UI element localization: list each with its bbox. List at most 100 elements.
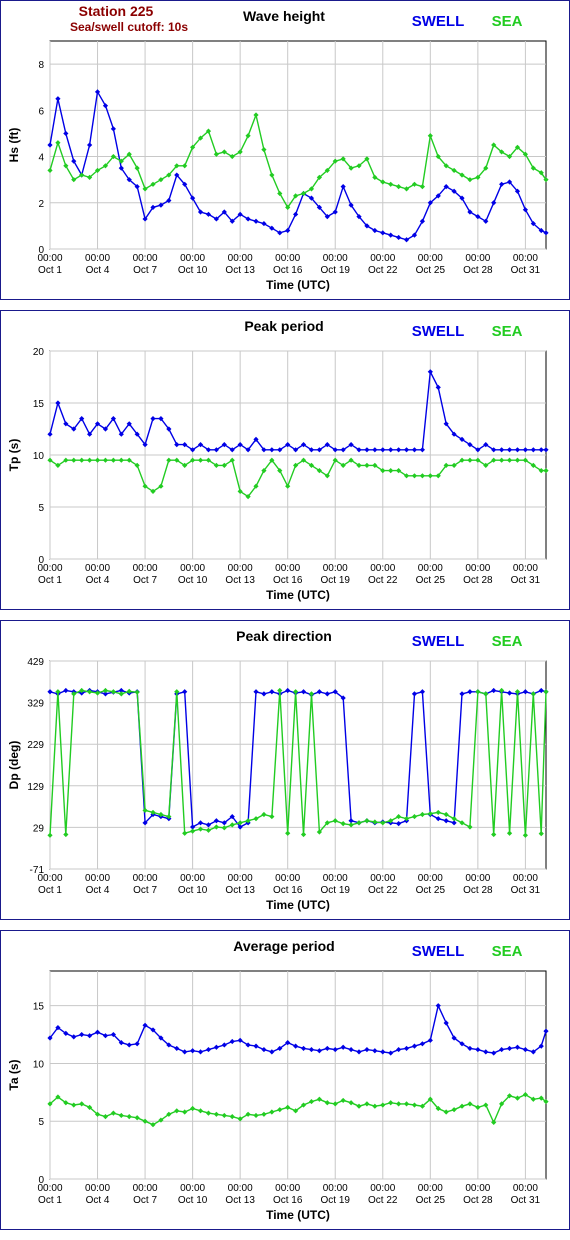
x-tick-date: Oct 31 [511,885,541,896]
chart-title: Peak period [244,318,323,334]
x-tick-time: 00:00 [370,253,395,264]
chart-title: Wave height [243,8,325,24]
y-tick-label: 129 [27,782,44,793]
x-tick-date: Oct 4 [86,575,110,586]
x-tick-time: 00:00 [133,253,158,264]
x-tick-time: 00:00 [37,873,62,884]
x-tick-time: 00:00 [465,253,490,264]
legend-swell: SWELL [412,13,465,30]
x-tick-time: 00:00 [418,1183,443,1194]
x-tick-date: Oct 22 [368,1195,398,1206]
x-axis-label: Time (UTC) [266,588,330,602]
x-tick-date: Oct 10 [178,575,208,586]
x-tick-time: 00:00 [180,563,205,574]
x-tick-date: Oct 1 [38,265,62,276]
x-tick-date: Oct 25 [416,575,446,586]
y-tick-label: 4 [38,153,44,164]
x-tick-time: 00:00 [228,873,253,884]
x-tick-time: 00:00 [180,253,205,264]
x-tick-date: Oct 10 [178,885,208,896]
x-tick-time: 00:00 [37,1183,62,1194]
x-tick-time: 00:00 [418,253,443,264]
x-tick-date: Oct 1 [38,885,62,896]
x-tick-time: 00:00 [513,253,538,264]
x-tick-time: 00:00 [323,563,348,574]
x-tick-date: Oct 19 [321,885,351,896]
legend-swell: SWELL [412,943,465,960]
legend-swell: SWELL [412,633,465,650]
x-axis-label: Time (UTC) [266,898,330,912]
x-tick-date: Oct 19 [321,575,351,586]
x-tick-date: Oct 10 [178,1195,208,1206]
x-tick-time: 00:00 [275,873,300,884]
x-tick-time: 00:00 [370,563,395,574]
x-tick-date: Oct 16 [273,575,303,586]
x-tick-date: Oct 16 [273,885,303,896]
x-tick-time: 00:00 [513,1183,538,1194]
x-tick-date: Oct 1 [38,1195,62,1206]
x-tick-date: Oct 7 [133,265,157,276]
x-tick-date: Oct 16 [273,265,303,276]
x-tick-time: 00:00 [275,563,300,574]
y-tick-label: 29 [33,823,45,834]
x-tick-date: Oct 28 [463,885,493,896]
legend-sea: SEA [492,633,523,650]
x-tick-date: Oct 28 [463,575,493,586]
x-tick-time: 00:00 [513,873,538,884]
peak-period-panel: 0 5 10 15 20 00:00 Oct 1 00:00 Oct 4 00:00 Oct 7 00… [0,310,570,610]
x-tick-date: Oct 13 [225,1195,255,1206]
x-tick-date: Oct 25 [416,265,446,276]
x-tick-time: 00:00 [133,563,158,574]
x-tick-date: Oct 7 [133,885,157,896]
x-tick-date: Oct 28 [463,1195,493,1206]
x-tick-date: Oct 22 [368,575,398,586]
x-tick-time: 00:00 [465,873,490,884]
y-axis-label: Tp (s) [7,439,21,472]
x-tick-date: Oct 22 [368,885,398,896]
y-tick-label: 15 [33,1002,45,1013]
x-tick-time: 00:00 [85,1183,110,1194]
peak-direction-panel: -71 29 129 229 329 429 00:00 Oct 1 00:00 Oct 4 00:… [0,620,570,920]
x-tick-date: Oct 4 [86,1195,110,1206]
chart-title: Peak direction [236,628,332,644]
x-tick-time: 00:00 [133,873,158,884]
x-tick-time: 00:00 [85,563,110,574]
y-tick-label: 429 [27,657,44,668]
x-tick-time: 00:00 [370,1183,395,1194]
x-tick-time: 00:00 [370,873,395,884]
x-tick-time: 00:00 [275,1183,300,1194]
x-tick-time: 00:00 [180,1183,205,1194]
x-tick-time: 00:00 [418,563,443,574]
x-tick-date: Oct 10 [178,265,208,276]
peak-period-chart: 0510152000:00Oct 100:00Oct 400:00Oct 700… [7,318,549,602]
y-tick-label: 2 [38,199,44,210]
x-tick-time: 00:00 [513,563,538,574]
x-tick-date: Oct 4 [86,885,110,896]
legend-sea: SEA [492,323,523,340]
x-tick-time: 00:00 [323,873,348,884]
y-tick-label: 229 [27,740,44,751]
x-tick-time: 00:00 [228,563,253,574]
y-tick-label: 6 [38,106,44,117]
x-tick-date: Oct 25 [416,1195,446,1206]
x-tick-time: 00:00 [465,563,490,574]
y-tick-label: 5 [38,1117,44,1128]
y-axis-label: Dp (deg) [7,741,21,790]
y-axis-label: Hs (ft) [7,128,21,163]
x-tick-time: 00:00 [465,1183,490,1194]
cutoff-label: Sea/swell cutoff: 10s [70,20,188,34]
x-tick-time: 00:00 [228,253,253,264]
x-tick-date: Oct 4 [86,265,110,276]
x-tick-time: 00:00 [37,563,62,574]
x-tick-time: 00:00 [323,253,348,264]
x-tick-date: Oct 31 [511,1195,541,1206]
peak-direction-chart: -712912922932942900:00Oct 100:00Oct 400:… [7,628,549,912]
legend-swell: SWELL [412,323,465,340]
y-tick-label: 10 [33,451,45,462]
x-tick-date: Oct 13 [225,885,255,896]
x-tick-date: Oct 7 [133,1195,157,1206]
y-tick-label: 8 [38,60,44,71]
x-tick-date: Oct 16 [273,1195,303,1206]
y-tick-label: 5 [38,503,44,514]
x-axis-label: Time (UTC) [266,278,330,292]
